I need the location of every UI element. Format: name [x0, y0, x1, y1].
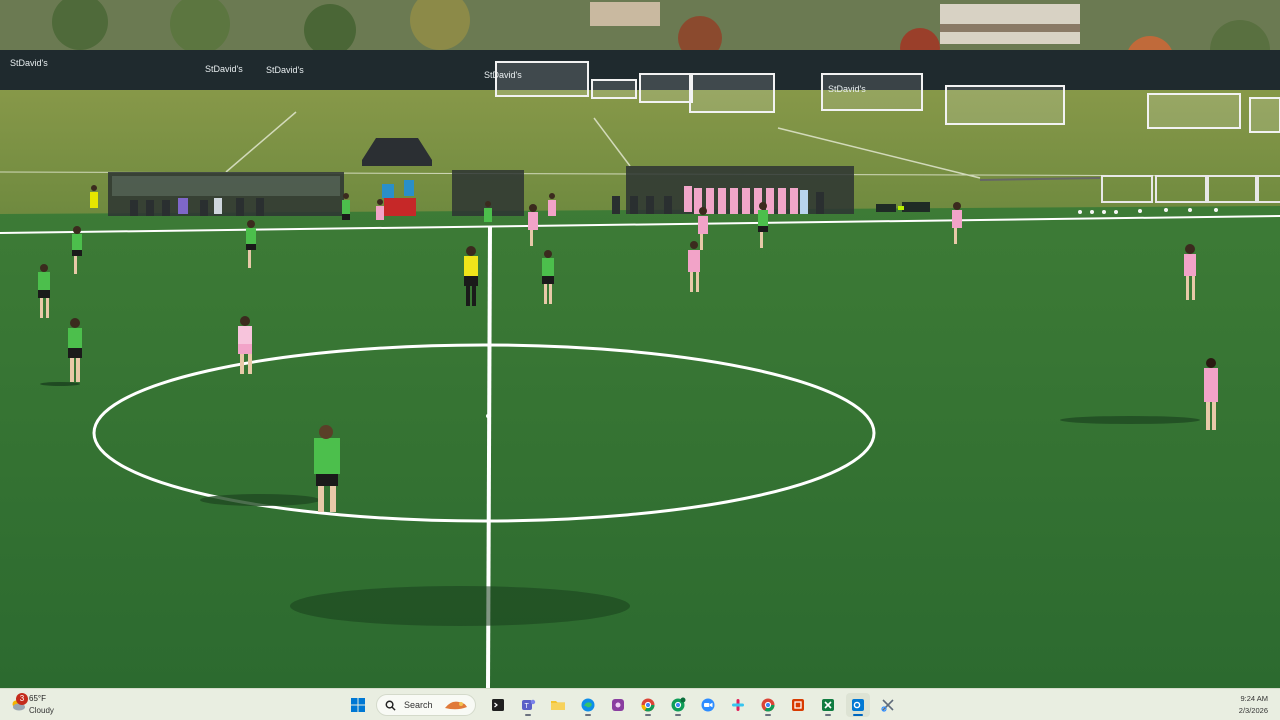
svg-text:T: T	[525, 703, 530, 710]
office-icon	[792, 699, 804, 711]
edge-icon	[581, 698, 595, 712]
weather-badge: 3	[16, 693, 28, 705]
taskbar-center: Search T	[346, 692, 900, 718]
taskbar-search[interactable]: Search	[376, 694, 476, 716]
teams-icon: T	[522, 699, 536, 710]
file-explorer-icon	[551, 701, 565, 710]
chrome-icon	[641, 698, 655, 712]
team-bench-right	[612, 166, 854, 214]
snipping-tool-icon	[881, 699, 894, 712]
taskbar-app-office[interactable]	[786, 693, 810, 717]
slack-icon	[732, 699, 744, 711]
taskbar-app-excel[interactable]	[816, 693, 840, 717]
clock-date: 2/3/2026	[1238, 706, 1268, 715]
sponsor-banner: StDavid's	[266, 65, 304, 75]
taskbar-app-chrome-alt[interactable]	[756, 693, 780, 717]
center-spot	[486, 414, 490, 418]
taskbar-app-chrome-profile[interactable]	[666, 693, 690, 717]
weather-temperature: 65°F	[29, 694, 46, 703]
clock-time: 9:24 AM	[1240, 694, 1268, 703]
soccer-broadcast: StDavid's StDavid's StDavid's StDavid's …	[0, 0, 1280, 688]
player-home	[342, 193, 350, 220]
player-away	[548, 193, 556, 216]
taskbar-app-chrome[interactable]	[636, 693, 660, 717]
search-icon	[385, 700, 396, 711]
taskbar-app-zoom[interactable]	[696, 693, 720, 717]
system-clock[interactable]: 9:24 AM 2/3/2026	[1239, 693, 1268, 717]
chrome-profile-icon	[671, 697, 686, 712]
outlook-icon	[852, 699, 864, 711]
player-away	[376, 199, 384, 220]
player-home	[484, 201, 492, 222]
taskbar-app-edge[interactable]	[576, 693, 600, 717]
sponsor-banner: StDavid's	[10, 58, 48, 68]
excel-icon	[822, 699, 834, 711]
search-label: Search	[404, 700, 433, 710]
player-home	[90, 185, 98, 208]
taskbar-app-terminal[interactable]	[486, 693, 510, 717]
terminal-icon	[492, 699, 504, 711]
taskbar-app-purple[interactable]	[606, 693, 630, 717]
taskbar-app-teams[interactable]: T	[516, 693, 540, 717]
video-frame[interactable]: StDavid's StDavid's StDavid's StDavid's …	[0, 0, 1280, 688]
taskbar-app-outlook[interactable]	[846, 693, 870, 717]
main-pitch	[0, 206, 1280, 688]
taskbar-app-snipping-tool[interactable]	[876, 693, 900, 717]
taskbar-app-slack[interactable]	[726, 693, 750, 717]
windows-start-icon	[351, 698, 365, 712]
chrome-alt-icon	[761, 698, 775, 712]
start-button[interactable]	[346, 693, 370, 717]
app-icon	[612, 699, 624, 711]
zoom-icon	[701, 698, 715, 712]
taskbar: 3 65°F Cloudy Search T 9:24 AM 2/3/2026	[0, 688, 1280, 720]
background-house	[590, 2, 660, 26]
search-highlight-icon	[445, 701, 467, 710]
weather-condition: Cloudy	[29, 706, 54, 715]
taskbar-app-file-explorer[interactable]	[546, 693, 570, 717]
weather-widget[interactable]: 3 65°F Cloudy	[6, 692, 86, 718]
team-bench-left	[108, 172, 344, 216]
tower-shadow	[290, 586, 630, 626]
sponsor-banner: StDavid's	[205, 64, 243, 74]
